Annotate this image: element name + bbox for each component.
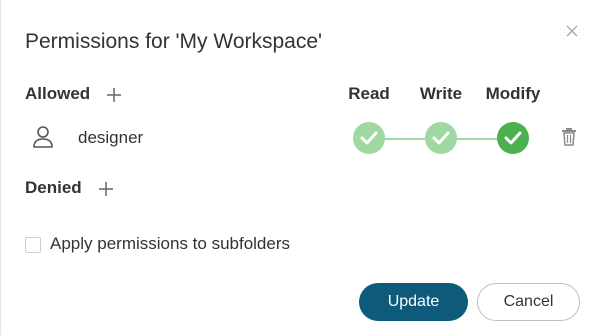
update-button[interactable]: Update (359, 283, 468, 321)
column-modify: Modify (485, 84, 541, 103)
cancel-button[interactable]: Cancel (477, 283, 580, 321)
add-denied-plus-icon[interactable] (98, 181, 114, 197)
denied-label: Denied (25, 178, 82, 197)
apply-subfolders-checkbox[interactable] (25, 237, 41, 253)
column-write: Write (419, 84, 463, 103)
user-icon (32, 125, 54, 149)
permission-connector (385, 138, 425, 140)
trash-icon[interactable] (561, 127, 577, 147)
close-icon[interactable] (561, 20, 583, 42)
add-allowed-plus-icon[interactable] (106, 87, 122, 103)
dialog-title: Permissions for 'My Workspace' (25, 30, 323, 53)
write-permission-check-icon[interactable] (425, 122, 457, 154)
column-read: Read (348, 84, 390, 103)
user-name: designer (78, 128, 144, 147)
allowed-label: Allowed (25, 84, 91, 103)
modify-permission-check-icon[interactable] (497, 122, 529, 154)
permissions-dialog: Permissions for 'My Workspace' Allowed R… (0, 0, 589, 335)
read-permission-check-icon[interactable] (353, 122, 385, 154)
permission-connector (457, 138, 497, 140)
apply-subfolders-label: Apply permissions to subfolders (50, 234, 291, 253)
